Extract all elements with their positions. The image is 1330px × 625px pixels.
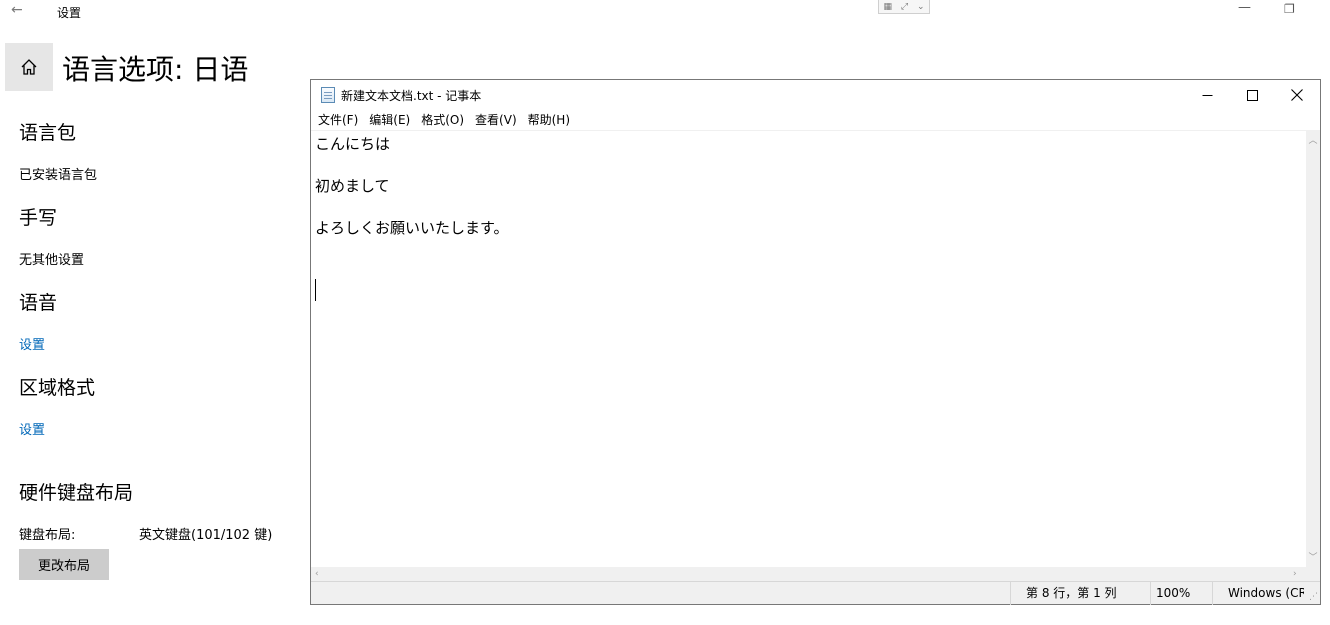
status-bar: 第 8 行，第 1 列 100% Windows (CRLF) ⋰: [311, 581, 1320, 605]
settings-titlebar: ← 设置 — ❐: [0, 0, 1330, 24]
minimize-button[interactable]: [1184, 80, 1230, 110]
home-button[interactable]: [5, 43, 53, 91]
notepad-titlebar[interactable]: 新建文本文档.txt - 记事本: [311, 80, 1320, 110]
change-layout-button[interactable]: 更改布局: [19, 549, 109, 580]
zoom-level: 100%: [1150, 582, 1212, 605]
maximize-icon: [1246, 89, 1258, 101]
chevron-down-icon: ⌄: [916, 1, 925, 12]
notepad-menubar: 文件(F) 编辑(E) 格式(O) 查看(V) 帮助(H): [311, 110, 1320, 130]
grid-icon: ▦: [883, 1, 892, 12]
notepad-app-icon: [321, 87, 335, 103]
regional-settings-link[interactable]: 设置: [19, 419, 45, 438]
scroll-left-icon[interactable]: ‹: [315, 567, 319, 581]
maximize-button[interactable]: [1229, 80, 1275, 110]
page-title: 语言选项: 日语: [62, 53, 249, 86]
keyboard-layout-value: 英文键盘(101/102 键): [139, 528, 273, 543]
scroll-up-icon[interactable]: ︿: [1306, 133, 1320, 146]
close-button[interactable]: [1274, 80, 1320, 110]
scrollbar-corner: [1306, 567, 1320, 581]
resize-grip-icon[interactable]: ⋰: [1309, 592, 1318, 602]
scroll-right-icon[interactable]: ›: [1293, 567, 1297, 581]
minimize-icon: [1202, 94, 1212, 96]
speech-heading: 语音: [19, 292, 58, 314]
regional-format-heading: 区域格式: [19, 377, 96, 399]
menu-view[interactable]: 查看(V): [471, 110, 524, 130]
horizontal-scrollbar[interactable]: ‹ ›: [311, 567, 1306, 581]
back-arrow-icon[interactable]: ←: [11, 2, 23, 18]
menu-file[interactable]: 文件(F): [314, 110, 365, 130]
expand-icon: ⤢: [900, 1, 909, 12]
snap-layout-widget[interactable]: ▦ ⤢ ⌄: [878, 0, 930, 14]
language-pack-heading: 语言包: [19, 122, 77, 144]
text-caret: [315, 279, 316, 301]
cursor-position: 第 8 行，第 1 列: [1010, 582, 1150, 605]
close-icon: [1291, 89, 1303, 101]
menu-edit[interactable]: 编辑(E): [365, 110, 417, 130]
line-ending-encoding: Windows (CRLF): [1212, 582, 1304, 605]
settings-window-title: 设置: [57, 6, 82, 20]
text-line: よろしくお願いいたします。: [315, 219, 509, 237]
speech-settings-link[interactable]: 设置: [19, 334, 45, 353]
home-icon: [21, 59, 37, 75]
keyboard-layout-label: 键盘布局:: [19, 528, 76, 543]
notepad-window: 新建文本文档.txt - 记事本 文件(F) 编辑(E) 格式(O) 查看(V)…: [310, 79, 1321, 605]
menu-format[interactable]: 格式(O): [417, 110, 471, 130]
handwriting-status: 无其他设置: [19, 253, 85, 268]
minimize-icon[interactable]: —: [1238, 0, 1251, 15]
text-line: こんにちは: [315, 135, 391, 153]
text-line: 初めまして: [315, 177, 390, 195]
menu-help[interactable]: 帮助(H): [524, 110, 577, 130]
text-editor-area[interactable]: こんにちは 初めまして よろしくお願いいたします。: [311, 130, 1306, 567]
notepad-window-title: 新建文本文档.txt - 记事本: [341, 89, 482, 103]
language-pack-status: 已安装语言包: [19, 168, 98, 183]
keyboard-layout-heading: 硬件键盘布局: [19, 482, 134, 504]
scroll-down-icon[interactable]: ﹀: [1306, 550, 1320, 563]
restore-icon[interactable]: ❐: [1284, 2, 1295, 16]
handwriting-heading: 手写: [19, 207, 58, 229]
vertical-scrollbar[interactable]: ︿ ﹀: [1306, 130, 1320, 567]
